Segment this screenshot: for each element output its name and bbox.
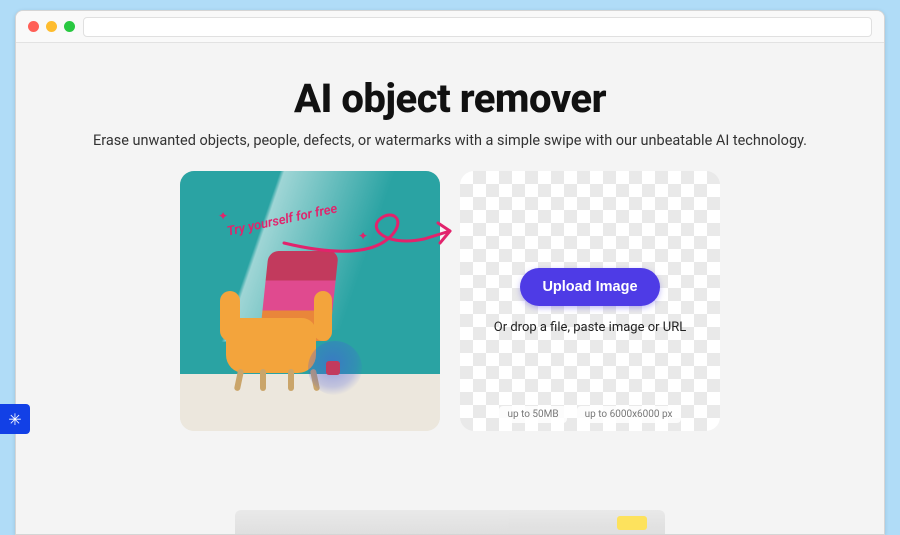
upload-hint: Or drop a file, paste image or URL (494, 320, 686, 335)
address-bar[interactable] (83, 17, 872, 37)
window-maximize-button[interactable] (64, 21, 75, 32)
bottom-carousel-peek (235, 510, 665, 535)
page-title: AI object remover (16, 75, 884, 122)
example-image (180, 171, 440, 431)
settings-side-button[interactable]: ✳ (0, 404, 30, 434)
page-subtitle: Erase unwanted objects, people, defects,… (16, 132, 884, 149)
page-content: AI object remover Erase unwanted objects… (16, 43, 884, 534)
upload-dropzone[interactable]: Upload Image Or drop a file, paste image… (460, 171, 720, 431)
browser-window: AI object remover Erase unwanted objects… (15, 10, 885, 535)
window-minimize-button[interactable] (46, 21, 57, 32)
erase-brush-cursor (308, 341, 362, 395)
hero-row: ✦ Try yourself for free ✦ Upload Image O… (16, 171, 884, 431)
limit-size: up to 50MB (499, 406, 566, 423)
upload-limits: up to 50MB up to 6000x6000 px (499, 406, 680, 423)
upload-image-button[interactable]: Upload Image (520, 268, 659, 306)
limit-resolution: up to 6000x6000 px (577, 406, 681, 423)
gear-icon: ✳ (8, 410, 21, 429)
window-close-button[interactable] (28, 21, 39, 32)
window-controls (28, 21, 75, 32)
titlebar (16, 11, 884, 43)
